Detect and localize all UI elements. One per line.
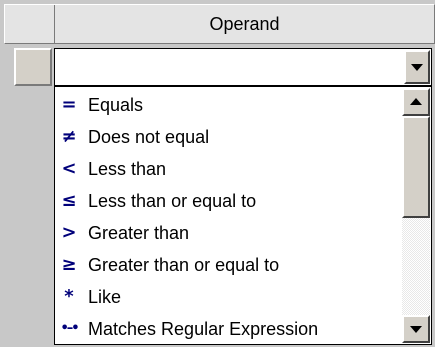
list-item-like[interactable]: * Like xyxy=(55,281,401,313)
chevron-down-icon xyxy=(410,326,422,333)
column-header-operand[interactable]: Operand xyxy=(4,4,435,44)
list-item-greater-than-or-equal[interactable]: ≥ Greater than or equal to xyxy=(55,249,401,281)
less-than-or-equal-icon: ≤ xyxy=(61,190,77,211)
chevron-up-icon xyxy=(410,98,422,105)
less-than-icon: < xyxy=(61,158,77,179)
list-item-less-than[interactable]: < Less than xyxy=(55,153,401,185)
list-item-label: Less than xyxy=(88,159,167,179)
not-equal-icon: ≠ xyxy=(61,126,77,147)
operand-combo-box[interactable] xyxy=(54,48,432,86)
vertical-scrollbar[interactable] xyxy=(402,88,430,343)
operand-dropdown-list: = Equals ≠ Does not equal < Less than ≤ … xyxy=(54,86,432,345)
scroll-up-button[interactable] xyxy=(402,88,430,116)
list-item-label: Greater than xyxy=(88,223,190,243)
list-item-label: Less than or equal to xyxy=(88,191,257,211)
list-item-label: Like xyxy=(88,287,122,307)
list-item-label: Does not equal xyxy=(88,127,210,147)
list-item-greater-than[interactable]: > Greater than xyxy=(55,217,401,249)
list-item-equals[interactable]: = Equals xyxy=(55,89,401,121)
chevron-down-icon xyxy=(411,64,423,71)
dropdown-options: = Equals ≠ Does not equal < Less than ≤ … xyxy=(55,89,401,345)
list-item-less-than-or-equal[interactable]: ≤ Less than or equal to xyxy=(55,185,401,217)
column-header-label: Operand xyxy=(209,14,280,34)
list-item-label: Matches Regular Expression xyxy=(88,319,319,339)
list-item-label: Greater than or equal to xyxy=(88,255,280,275)
greater-than-or-equal-icon: ≥ xyxy=(61,254,77,275)
list-item-does-not-equal[interactable]: ≠ Does not equal xyxy=(55,121,401,153)
equals-icon: = xyxy=(61,94,77,115)
list-item-matches-regex[interactable]: •–• Matches Regular Expression xyxy=(55,313,401,345)
greater-than-icon: > xyxy=(61,222,77,243)
asterisk-icon: * xyxy=(64,286,74,307)
scroll-down-button[interactable] xyxy=(402,315,430,343)
regex-icon: •–• xyxy=(60,321,79,336)
list-item-label: Equals xyxy=(88,95,144,115)
row-selector-button[interactable] xyxy=(14,48,52,86)
combo-dropdown-button[interactable] xyxy=(404,50,430,84)
operand-grid: Operand = Equals ≠ Does not equal < Less… xyxy=(0,0,435,347)
scrollbar-thumb[interactable] xyxy=(402,116,430,218)
